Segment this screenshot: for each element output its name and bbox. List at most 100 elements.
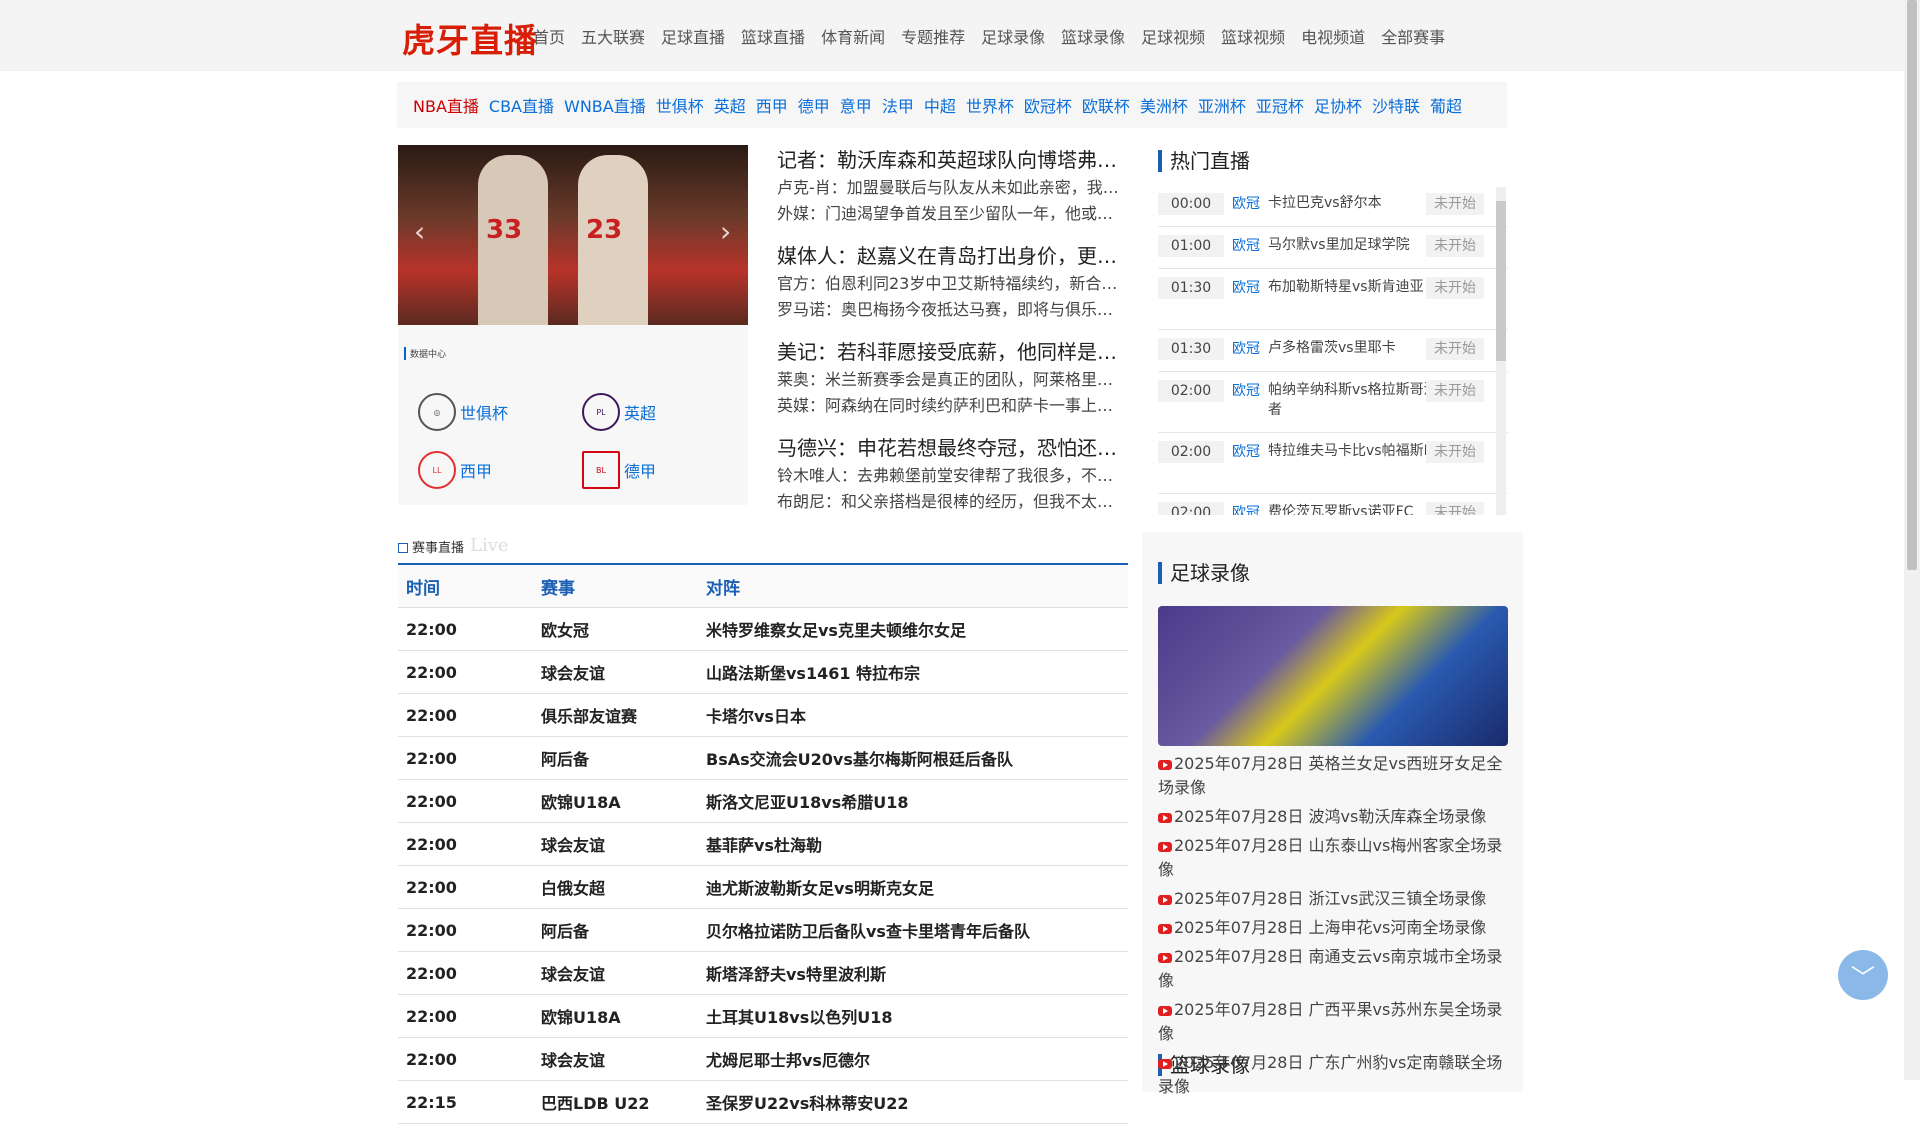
table-row[interactable]: 22:00 白俄女超 迪尤斯波勒斯女足vs明斯克女足 bbox=[398, 865, 1128, 909]
news-link[interactable]: 莱奥：米兰新赛季会是真正的团队，阿莱格里在强调纪律 bbox=[777, 367, 1129, 393]
league-nav-item[interactable]: 美洲杯 bbox=[1140, 93, 1188, 117]
video-list-item[interactable]: 2025年07月28日 上海申花vs河南全场录像 bbox=[1158, 916, 1510, 940]
match-teams[interactable]: 卢多格雷茨vs里耶卡 bbox=[1268, 338, 1418, 358]
match-league[interactable]: 欧冠 bbox=[1232, 338, 1260, 360]
video-title[interactable]: 2025年07月28日 浙江vs武汉三镇全场录像 bbox=[1174, 889, 1486, 908]
data-center-item[interactable]: BL 德甲 bbox=[582, 451, 656, 489]
league-nav-item[interactable]: 德甲 bbox=[798, 93, 830, 117]
nav-item[interactable]: 专题推荐 bbox=[901, 24, 965, 48]
league-nav-item[interactable]: 欧冠杯 bbox=[1024, 93, 1072, 117]
nav-item[interactable]: 足球直播 bbox=[661, 24, 725, 48]
hot-live-row[interactable]: 01:30 欧冠 布加勒斯特星vs斯肯迪亚 未开始 bbox=[1158, 269, 1508, 330]
table-row[interactable]: 22:00 阿后备 贝尔格拉诺防卫后备队vs查卡里塔青年后备队 bbox=[398, 908, 1128, 952]
nav-item[interactable]: 篮球视频 bbox=[1221, 24, 1285, 48]
news-headline[interactable]: 媒体人：赵嘉义在青岛打出身价，更多机会 bbox=[777, 241, 1129, 271]
table-row[interactable]: 22:00 欧锦U18A 斯洛文尼亚U18vs希腊U18 bbox=[398, 779, 1128, 823]
hot-live-row[interactable]: 02:00 欧冠 费伦茨瓦罗斯vs诺亚FC 未开始 bbox=[1158, 494, 1508, 515]
news-link[interactable]: 英媒：阿森纳在同时续约萨利巴和萨卡一事上持乐观态度 bbox=[777, 393, 1129, 419]
carousel-prev-icon[interactable]: ‹ bbox=[414, 215, 425, 248]
hot-live-row[interactable]: 02:00 欧冠 特拉维夫马卡比vs帕福斯FC 未开始 bbox=[1158, 433, 1508, 494]
league-nav-item[interactable]: CBA直播 bbox=[489, 93, 554, 117]
data-center-item[interactable]: PL 英超 bbox=[582, 393, 656, 431]
news-headline[interactable]: 马德兴：申花若想最终夺冠，恐怕还需要更多 bbox=[777, 433, 1129, 463]
news-link[interactable]: 罗马诺：奥巴梅扬今夜抵达马赛，即将与俱乐部签约 bbox=[777, 297, 1129, 323]
table-row[interactable]: 22:00 球会友谊 尤姆尼耶士邦vs厄德尔 bbox=[398, 1037, 1128, 1081]
video-title[interactable]: 2025年07月28日 波鸿vs勒沃库森全场录像 bbox=[1174, 807, 1486, 826]
match-teams[interactable]: BsAs交流会U20vs基尔梅斯阿根廷后备队 bbox=[698, 736, 1128, 780]
table-row[interactable]: 22:00 欧锦U18A 土耳其U18vs以色列U18 bbox=[398, 994, 1128, 1038]
match-teams[interactable]: 尤姆尼耶士邦vs厄德尔 bbox=[698, 1037, 1128, 1081]
nav-item[interactable]: 足球录像 bbox=[981, 24, 1045, 48]
match-league[interactable]: 欧冠 bbox=[1232, 193, 1260, 215]
site-logo[interactable]: 虎牙直播 bbox=[402, 14, 538, 62]
hot-live-row[interactable]: 02:00 欧冠 帕纳辛纳科斯vs格拉斯哥流浪者 未开始 bbox=[1158, 372, 1508, 433]
video-list-item[interactable]: 2025年07月28日 英格兰女足vs西班牙女足全场录像 bbox=[1158, 752, 1510, 800]
hot-live-list[interactable]: 00:00 欧冠 卡拉巴克vs舒尔本 未开始 01:00 欧冠 马尔默vs里加足球学院 未开始… bbox=[1158, 185, 1508, 515]
match-league[interactable]: 欧冠 bbox=[1232, 235, 1260, 257]
match-teams[interactable]: 土耳其U18vs以色列U18 bbox=[698, 994, 1128, 1038]
video-title[interactable]: 2025年07月28日 上海申花vs河南全场录像 bbox=[1174, 918, 1486, 937]
news-link[interactable]: 布朗尼：和父亲搭档是很棒的经历，但我不太喜欢被对比 bbox=[777, 489, 1129, 515]
video-title[interactable]: 2025年07月28日 山东泰山vs梅州客家全场录像 bbox=[1158, 836, 1502, 879]
nav-item[interactable]: 足球视频 bbox=[1141, 24, 1205, 48]
league-nav-item[interactable]: 亚洲杯 bbox=[1198, 93, 1246, 117]
video-list-item[interactable]: 2025年07月28日 波鸿vs勒沃库森全场录像 bbox=[1158, 805, 1510, 829]
table-row[interactable]: 22:00 球会友谊 山路法斯堡vs1461 特拉布宗 bbox=[398, 650, 1128, 694]
league-nav-item[interactable]: WNBA直播 bbox=[564, 93, 646, 117]
league-nav-item[interactable]: 世俱杯 bbox=[656, 93, 704, 117]
news-link[interactable]: 铃木唯人：去弗赖堡前堂安律帮了我很多，不懂的都问他 bbox=[777, 463, 1129, 489]
hot-live-row[interactable]: 01:00 欧冠 马尔默vs里加足球学院 未开始 bbox=[1158, 227, 1508, 269]
nav-item[interactable]: 全部赛事 bbox=[1381, 24, 1445, 48]
league-nav-item[interactable]: 足协杯 bbox=[1314, 93, 1362, 117]
table-row[interactable]: 22:00 欧女冠 米特罗维察女足vs克里夫顿维尔女足 bbox=[398, 607, 1128, 651]
league-nav-item[interactable]: 中超 bbox=[924, 93, 956, 117]
video-list-item[interactable]: 2025年07月28日 浙江vs武汉三镇全场录像 bbox=[1158, 887, 1510, 911]
news-headline[interactable]: 美记：若科菲愿接受底薪，他同样是球队选择 bbox=[777, 337, 1129, 367]
scroll-down-button[interactable]: ﹀ bbox=[1838, 950, 1888, 1000]
football-video-thumbnail[interactable] bbox=[1158, 606, 1508, 746]
table-row[interactable]: 22:15 巴西LDB U22 圣保罗U22vs科林蒂安U22 bbox=[398, 1080, 1128, 1124]
league-nav-item[interactable]: 亚冠杯 bbox=[1256, 93, 1304, 117]
match-teams[interactable]: 米特罗维察女足vs克里夫顿维尔女足 bbox=[698, 607, 1128, 651]
match-teams[interactable]: 基菲萨vs杜海勒 bbox=[698, 822, 1128, 866]
nav-item[interactable]: 电视频道 bbox=[1301, 24, 1365, 48]
news-headline[interactable]: 记者：勒沃库森和英超球队向博塔弗戈询价 bbox=[777, 145, 1129, 175]
nav-item[interactable]: 篮球直播 bbox=[741, 24, 805, 48]
video-title[interactable]: 2025年07月28日 广西平果vs苏州东吴全场录像 bbox=[1158, 1000, 1502, 1043]
nav-item[interactable]: 体育新闻 bbox=[821, 24, 885, 48]
news-link[interactable]: 外媒：门迪渴望争首发且至少留队一年，他或为冬窗转会 bbox=[777, 201, 1129, 227]
league-nav-item[interactable]: NBA直播 bbox=[413, 93, 479, 117]
video-list-item[interactable]: 2025年07月28日 南通支云vs南京城市全场录像 bbox=[1158, 945, 1510, 993]
match-league[interactable]: 欧冠 bbox=[1232, 277, 1260, 299]
league-nav-item[interactable]: 意甲 bbox=[840, 93, 872, 117]
table-row[interactable]: 22:00 阿后备 BsAs交流会U20vs基尔梅斯阿根廷后备队 bbox=[398, 736, 1128, 780]
data-center-item[interactable]: LL 西甲 bbox=[418, 451, 492, 489]
league-nav-item[interactable]: 西甲 bbox=[756, 93, 788, 117]
match-teams[interactable]: 卡拉巴克vs舒尔本 bbox=[1268, 193, 1418, 213]
nav-item[interactable]: 五大联赛 bbox=[581, 24, 645, 48]
video-list-item[interactable]: 2025年07月28日 山东泰山vs梅州客家全场录像 bbox=[1158, 834, 1510, 882]
data-center-item[interactable]: ◎ 世俱杯 bbox=[418, 393, 508, 431]
table-row[interactable]: 22:00 俱乐部友谊赛 卡塔尔vs日本 bbox=[398, 693, 1128, 737]
carousel-next-icon[interactable]: › bbox=[720, 215, 731, 248]
news-link[interactable]: 官方：伯恩利同23岁中卫艾斯特福续约，新合约至2028年 bbox=[777, 271, 1129, 297]
match-league[interactable]: 欧冠 bbox=[1232, 441, 1260, 463]
match-teams[interactable]: 马尔默vs里加足球学院 bbox=[1268, 235, 1418, 255]
league-nav-item[interactable]: 葡超 bbox=[1430, 93, 1462, 117]
video-title[interactable]: 2025年07月28日 英格兰女足vs西班牙女足全场录像 bbox=[1158, 754, 1502, 797]
league-nav-item[interactable]: 世界杯 bbox=[966, 93, 1014, 117]
video-title[interactable]: 2025年07月28日 南通支云vs南京城市全场录像 bbox=[1158, 947, 1502, 990]
banner-carousel[interactable]: 33 23 ‹ › bbox=[398, 145, 748, 325]
video-list-item[interactable]: 2025年07月28日 广东广州豹vs定南赣联全场录像 bbox=[1158, 1051, 1510, 1099]
video-list-item[interactable]: 2025年07月28日 广西平果vs苏州东吴全场录像 bbox=[1158, 998, 1510, 1046]
match-teams[interactable]: 贝尔格拉诺防卫后备队vs查卡里塔青年后备队 bbox=[698, 908, 1128, 952]
hot-live-scrollbar[interactable] bbox=[1496, 187, 1506, 515]
match-teams[interactable]: 圣保罗U22vs科林蒂安U22 bbox=[698, 1080, 1128, 1124]
hot-live-row[interactable]: 01:30 欧冠 卢多格雷茨vs里耶卡 未开始 bbox=[1158, 330, 1508, 372]
match-teams[interactable]: 卡塔尔vs日本 bbox=[698, 693, 1128, 737]
nav-item[interactable]: 篮球录像 bbox=[1061, 24, 1125, 48]
league-nav-item[interactable]: 法甲 bbox=[882, 93, 914, 117]
match-teams[interactable]: 斯塔泽舒夫vs特里波利斯 bbox=[698, 951, 1128, 995]
table-row[interactable]: 22:00 球会友谊 基菲萨vs杜海勒 bbox=[398, 822, 1128, 866]
match-teams[interactable]: 山路法斯堡vs1461 特拉布宗 bbox=[698, 650, 1128, 694]
